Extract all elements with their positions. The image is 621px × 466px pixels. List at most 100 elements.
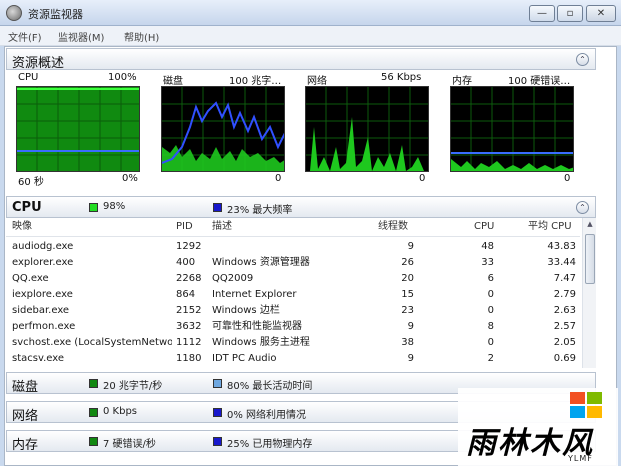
network-graph-canvas — [305, 86, 429, 172]
cell-image: stacsv.exe — [12, 353, 65, 364]
minimize-button[interactable]: — — [529, 5, 555, 22]
disk-graph-min: 0 — [275, 173, 282, 184]
cell-cpu: 0 — [487, 289, 494, 300]
cell-threads: 26 — [401, 257, 414, 268]
cell-image: QQ.exe — [12, 273, 49, 284]
col-cpu[interactable]: CPU — [474, 218, 494, 236]
cell-image: audiodg.exe — [12, 241, 74, 252]
cpu-collapse-icon[interactable]: ⌃ — [576, 201, 589, 214]
col-pid[interactable]: PID — [176, 218, 193, 236]
cell-threads: 20 — [401, 273, 414, 284]
scroll-up-icon[interactable]: ▲ — [585, 220, 595, 230]
close-button[interactable]: ✕ — [586, 5, 616, 22]
cell-pid: 2268 — [176, 273, 202, 284]
cpu-graph-max: 100% — [108, 72, 137, 83]
cell-avg-cpu: 2.63 — [553, 305, 576, 316]
disk-rate-text: 20 兆字节/秒 — [103, 381, 163, 392]
table-row[interactable]: perfmon.exe 3632 可靠性和性能监视器 9 8 2.57 — [6, 319, 580, 335]
cell-threads: 9 — [407, 321, 414, 332]
cell-description: IDT PC Audio — [212, 353, 277, 364]
cell-pid: 3632 — [176, 321, 202, 332]
cpu-usage-text: 98% — [103, 201, 126, 212]
disk-active-indicator — [213, 379, 222, 388]
cpu-section-header[interactable]: CPU 98% 23% 最大频率 ⌃ — [6, 196, 596, 218]
disk-rate-indicator — [89, 379, 98, 388]
memory-faults-text: 7 硬错误/秒 — [103, 439, 156, 450]
network-graph-plot — [306, 87, 428, 171]
cpu-section-title: CPU — [12, 200, 42, 215]
network-graph-min: 0 — [419, 173, 426, 184]
cell-image: iexplore.exe — [12, 289, 73, 300]
title-bar: 资源监视器 — ▫ ✕ — [0, 0, 621, 26]
memory-graph-canvas — [450, 86, 574, 172]
watermark-sub: YLMF — [568, 454, 593, 463]
col-image[interactable]: 映像 — [12, 218, 32, 236]
memory-graph-min: 0 — [564, 173, 571, 184]
cell-pid: 1292 — [176, 241, 202, 252]
network-graph-max: 56 Kbps — [381, 72, 422, 83]
table-row[interactable]: QQ.exe 2268 QQ2009 20 6 7.47 — [6, 271, 580, 287]
memory-graph: 内存 100 硬错误… 0 — [450, 72, 588, 188]
cell-image: explorer.exe — [12, 257, 74, 268]
cpu-freq-indicator — [213, 203, 222, 212]
cell-pid: 864 — [176, 289, 196, 300]
cell-avg-cpu: 7.47 — [553, 273, 576, 284]
network-usage-text: 0% 网络利用情况 — [227, 410, 307, 421]
cell-avg-cpu: 33.44 — [547, 257, 576, 268]
table-row[interactable]: audiodg.exe 1292 9 48 43.83 — [6, 239, 580, 255]
table-header-divider — [6, 236, 580, 237]
cpu-graph-canvas — [16, 86, 140, 172]
cell-threads: 38 — [401, 337, 414, 348]
cell-threads: 23 — [401, 305, 414, 316]
memory-used-indicator — [213, 437, 222, 446]
resource-monitor-icon — [6, 5, 22, 21]
network-graph: 网络 56 Kbps 0 — [305, 72, 443, 188]
cpu-graph-time: 60 秒 — [18, 177, 44, 188]
menu-file[interactable]: 文件(F) — [8, 29, 42, 44]
cell-description: 可靠性和性能监视器 — [212, 321, 302, 332]
maximize-button[interactable]: ▫ — [557, 5, 583, 22]
col-threads[interactable]: 线程数 — [378, 218, 408, 236]
cell-threads: 15 — [401, 289, 414, 300]
cell-description: Windows 边栏 — [212, 305, 280, 316]
cell-cpu: 0 — [487, 305, 494, 316]
cell-threads: 9 — [407, 241, 414, 252]
window-title: 资源监视器 — [28, 8, 83, 21]
table-row[interactable]: stacsv.exe 1180 IDT PC Audio 9 2 0.69 — [6, 351, 580, 367]
table-row[interactable]: explorer.exe 400 Windows 资源管理器 26 33 33.44 — [6, 255, 580, 271]
overview-collapse-icon[interactable]: ⌃ — [576, 53, 589, 66]
cell-description: Windows 服务主进程 — [212, 337, 310, 348]
overview-header[interactable]: 资源概述 ⌃ — [6, 48, 596, 71]
network-rate-indicator — [89, 408, 98, 417]
network-graph-label: 网络 — [307, 76, 327, 87]
table-row[interactable]: iexplore.exe 864 Internet Explorer 15 0 2.79 — [6, 287, 580, 303]
cpu-freq-text: 23% 最大频率 — [227, 205, 293, 216]
cpu-process-table: 映像 PID 描述 线程数 CPU 平均 CPU audiodg.exe 1292… — [6, 218, 596, 368]
cell-pid: 1112 — [176, 337, 202, 348]
windows-flag-icon — [570, 392, 604, 420]
table-row[interactable]: sidebar.exe 2152 Windows 边栏 23 0 2.63 — [6, 303, 580, 319]
menu-help[interactable]: 帮助(H) — [124, 29, 159, 44]
cell-cpu: 6 — [487, 273, 494, 284]
cpu-graph-plot — [17, 87, 139, 171]
network-rate-text: 0 Kbps — [103, 406, 138, 417]
cell-pid: 1180 — [176, 353, 202, 364]
cell-avg-cpu: 2.79 — [553, 289, 576, 300]
cell-avg-cpu: 2.05 — [553, 337, 576, 348]
scroll-thumb[interactable] — [585, 234, 595, 284]
memory-section-title: 内存 — [12, 438, 39, 453]
cell-threads: 9 — [407, 353, 414, 364]
menu-monitor[interactable]: 监视器(M) — [58, 29, 104, 44]
memory-used-text: 25% 已用物理内存 — [227, 439, 313, 450]
network-usage-indicator — [213, 408, 222, 417]
watermark-logo: 雨林木风 YLMF — [458, 388, 618, 466]
col-description[interactable]: 描述 — [212, 218, 232, 236]
cell-description: QQ2009 — [212, 273, 254, 284]
disk-section-title: 磁盘 — [12, 380, 39, 395]
cell-cpu: 0 — [487, 337, 494, 348]
col-avg-cpu[interactable]: 平均 CPU — [528, 218, 572, 236]
cell-description: Windows 资源管理器 — [212, 257, 310, 268]
table-row[interactable]: svchost.exe (LocalSystemNetwor… 1112 Windo… — [6, 335, 580, 351]
cpu-table-scrollbar[interactable]: ▲ — [582, 218, 596, 368]
cell-avg-cpu: 0.69 — [553, 353, 576, 364]
